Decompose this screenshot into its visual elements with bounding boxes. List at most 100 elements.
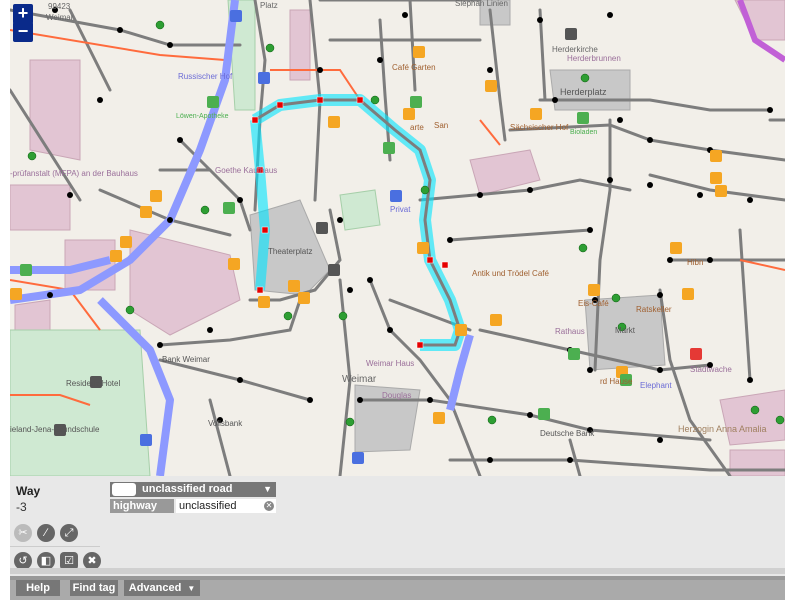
selected-vertex[interactable] [256,286,264,294]
selected-vertex[interactable] [356,96,364,104]
shop-icon[interactable] [223,202,235,214]
cafe-icon[interactable] [328,116,340,128]
selected-vertex[interactable] [261,226,269,234]
label-eis-cafe: Eis-Café [578,299,609,308]
museum-icon[interactable] [316,222,328,234]
cafe-icon[interactable] [433,412,445,424]
vertex [607,177,613,183]
restaurant-icon[interactable] [710,150,722,162]
vertex [402,12,408,18]
parking-icon[interactable] [352,452,364,464]
selected-vertex[interactable] [416,341,424,349]
cafe-icon[interactable] [288,280,300,292]
shop-icon[interactable] [577,112,589,124]
fast-food-icon[interactable] [110,250,122,262]
cafe-icon[interactable] [417,242,429,254]
find-tag-label: Find tag [72,582,116,594]
church-icon[interactable] [565,28,577,40]
vertex [552,97,558,103]
tree-node [487,415,497,425]
fast-food-icon[interactable] [228,258,240,270]
bus-stop-icon[interactable] [140,434,152,446]
vertex [237,377,243,383]
map-svg[interactable]: 99423 Weimar Platz Siephan Linien Herder… [10,0,785,476]
label-weimar-mid: Weimar [342,374,377,385]
label-platz-top: Platz [260,1,278,10]
restaurant-icon[interactable] [670,242,682,254]
parking-icon[interactable] [390,190,402,202]
restaurant-icon[interactable] [710,172,722,184]
restaurant-icon[interactable] [120,236,132,248]
bottom-toolbar: Help Find tag Advanced ▼ [10,576,785,600]
bus-stop-icon[interactable] [258,72,270,84]
selected-vertex[interactable] [426,256,434,264]
vertex [117,27,123,33]
preset-label: unclassified road [142,483,233,495]
shop-icon[interactable] [383,142,395,154]
fast-food-icon[interactable] [150,190,162,202]
fast-food-icon[interactable] [258,296,270,308]
label-weimar-haus: Weimar Haus [366,359,414,368]
selected-vertex[interactable] [316,96,324,104]
find-tag-button[interactable]: Find tag [70,580,118,596]
chevron-down-icon: ▼ [263,484,272,494]
vertex [657,367,663,373]
preset-selector[interactable]: unclassified road ▼ [110,482,276,497]
vertex [427,397,433,403]
delete-tag-icon[interactable]: ✕ [264,501,274,511]
vertex [647,137,653,143]
vertex [447,237,453,243]
cafe-icon[interactable] [588,284,600,296]
restaurant-icon[interactable] [530,108,542,120]
advanced-button[interactable]: Advanced ▼ [124,580,200,596]
cafe-icon[interactable] [485,80,497,92]
label-bank-weimar: Bank Weimar [162,355,210,364]
tree-node [578,243,588,253]
vertex [657,292,663,298]
cafe-icon[interactable] [413,46,425,58]
bus-stop-icon[interactable] [230,10,242,22]
vertex [767,107,773,113]
restaurant-icon[interactable] [682,288,694,300]
disconnect-tool-icon[interactable]: ✂ [14,524,32,542]
label-hibn: Hibn [687,258,703,267]
reverse-tool-icon[interactable]: ⤢ [60,524,78,542]
shop-icon[interactable] [568,348,580,360]
vertex [357,397,363,403]
building [10,184,71,231]
cafe-icon[interactable] [298,292,310,304]
fast-food-icon[interactable] [10,288,22,300]
restaurant-icon[interactable] [403,108,415,120]
museum-icon[interactable] [328,264,340,276]
tree-node [265,43,275,53]
cafe-icon[interactable] [715,185,727,197]
straighten-tool-icon[interactable]: ∕ [37,524,55,542]
feature-panel: Way -3 unclassified road ▼ highway uncla… [10,476,785,600]
fast-food-icon[interactable] [140,206,152,218]
selected-vertex[interactable] [251,116,259,124]
restaurant-icon[interactable] [490,314,502,326]
tree-node [283,311,293,321]
label-cafe-garten: Café Garten [392,63,436,72]
selected-vertex[interactable] [276,101,284,109]
help-button[interactable]: Help [16,580,60,596]
pharmacy-icon[interactable] [207,96,219,108]
tool-divider [10,546,100,547]
map-canvas[interactable]: 99423 Weimar Platz Siephan Linien Herder… [10,0,785,476]
vertex [237,197,243,203]
vertex [387,327,393,333]
tree-node [611,293,621,303]
label-postcode: 99423 [48,2,71,11]
shop-icon[interactable] [20,264,32,276]
cafe-icon[interactable] [455,324,467,336]
park [339,189,381,231]
police-icon[interactable] [690,348,702,360]
tag-key[interactable]: highway [110,499,174,513]
vertex [157,342,163,348]
shop-icon[interactable] [410,96,422,108]
label-stadtwache: Stadtwache [690,365,732,374]
tag-value[interactable]: unclassified [176,499,276,513]
zoom-out-button[interactable]: − [13,22,33,42]
selected-vertex[interactable] [441,261,449,269]
shop-icon[interactable] [538,408,550,420]
